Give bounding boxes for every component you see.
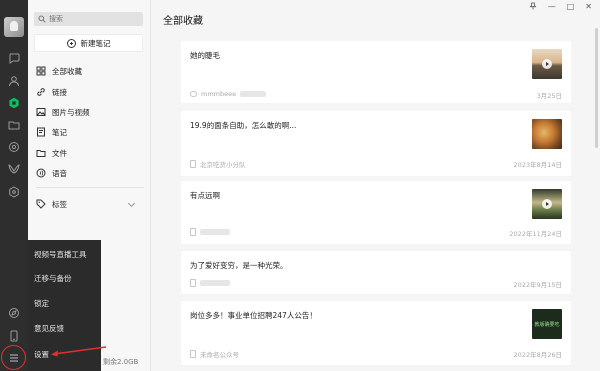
page-title: 全部收藏 (163, 16, 203, 27)
phone-icon[interactable] (7, 329, 21, 343)
card-source: mmmbeee (190, 90, 267, 98)
card-source: 未命名公众号 (190, 349, 239, 359)
card-title: 她的睫毛 (190, 51, 220, 60)
card-thumbnail (532, 49, 562, 79)
sidebar-item-files[interactable]: 文件 (36, 145, 146, 161)
pin-icon[interactable] (529, 2, 537, 12)
main-panel: — □ ✕ 全部收藏 她的睫毛 mmmbeee 3月25日 19.9的面条自助，… (151, 0, 600, 371)
blurred-text (200, 280, 230, 286)
sidebar-item-images-videos[interactable]: 图片与视频 (36, 104, 146, 120)
blurred-text (240, 91, 267, 97)
maximize-button[interactable]: □ (567, 3, 575, 11)
folder-icon (36, 150, 46, 157)
article-icon (190, 350, 196, 358)
card-title: 岗位多多！事业单位招聘247人公告！ (190, 311, 317, 320)
favorite-card[interactable]: 有点远啊 2022年11月24日 (181, 181, 571, 244)
search-input[interactable] (49, 15, 139, 23)
contacts-icon[interactable] (7, 74, 21, 88)
chevron-down-icon (127, 199, 136, 208)
new-note-label: 新建笔记 (80, 38, 111, 48)
channels-icon[interactable] (7, 162, 21, 176)
menu-item-migrate-backup[interactable]: 迁移与备份 (34, 273, 72, 284)
card-date: 3月25日 (536, 92, 562, 100)
close-button[interactable]: ✕ (585, 3, 592, 11)
search-box[interactable] (34, 12, 143, 26)
image-icon (36, 108, 46, 116)
sidebar-item-label: 标签 (52, 199, 67, 209)
card-date: 2022年11月24日 (509, 230, 562, 238)
scrollbar[interactable] (595, 28, 598, 148)
phone-small-icon (190, 228, 196, 236)
sidebar-item-label: 语音 (52, 168, 67, 178)
sidebar-item-voice[interactable]: 语音 (36, 165, 146, 181)
new-note-button[interactable]: 新建笔记 (34, 34, 143, 52)
favorite-card[interactable]: 她的睫毛 mmmbeee 3月25日 (181, 41, 571, 103)
chat-icon[interactable] (7, 51, 21, 65)
play-icon (542, 199, 552, 209)
annotation-arrow (51, 346, 107, 357)
card-thumbnail (532, 189, 562, 219)
card-thumbnail: 教版确要吃 (532, 309, 562, 339)
card-title: 有点远啊 (190, 191, 220, 200)
avatar[interactable] (4, 17, 24, 37)
card-source (190, 279, 230, 287)
sidebar-item-label: 链接 (52, 87, 67, 97)
folder-icon[interactable] (7, 118, 21, 132)
sidebar-item-notes[interactable]: 笔记 (36, 124, 146, 140)
card-thumbnail (532, 119, 562, 149)
voice-icon (36, 168, 46, 178)
card-source: 北京吃货小分队 (190, 159, 246, 169)
plus-circle-icon (66, 38, 76, 48)
play-icon (542, 59, 552, 69)
card-title: 为了爱好变穷，是一种光荣。 (190, 261, 288, 270)
divider (36, 187, 144, 188)
window-controls: — □ ✕ (520, 0, 600, 14)
note-icon (37, 127, 45, 137)
phone-small-icon (190, 279, 196, 287)
card-source (190, 228, 230, 236)
article-icon (190, 160, 196, 168)
highlight-circle (1, 345, 26, 370)
favorite-card[interactable]: 19.9的面条自助，怎么敢的啊... 北京吃货小分队 2023年8月14日 (181, 111, 571, 176)
card-source-name: 北京吃货小分队 (200, 161, 246, 169)
menu-item-feedback[interactable]: 意见反馈 (34, 323, 64, 334)
tag-icon (36, 199, 46, 209)
compass-icon[interactable] (7, 306, 21, 320)
favorite-card[interactable]: 为了爱好变穷，是一种光荣。 2022年9月15日 (181, 251, 571, 294)
card-title: 19.9的面条自助，怎么敢的啊... (190, 121, 297, 130)
menu-item-settings[interactable]: 设置 (34, 349, 49, 360)
link-icon (37, 88, 45, 96)
card-date: 2023年8月14日 (513, 161, 562, 169)
sidebar-item-tags[interactable]: 标签 (36, 196, 146, 212)
favorites-icon[interactable] (7, 96, 21, 110)
card-source-name: mmmbeee (201, 90, 237, 98)
card-date: 2022年8月26日 (513, 351, 562, 359)
mini-program-icon[interactable] (7, 185, 21, 199)
minimize-button[interactable]: — (548, 3, 556, 11)
grid-icon (36, 66, 46, 76)
sidebar-item-label: 笔记 (52, 127, 67, 137)
card-date: 2022年9月15日 (513, 281, 562, 289)
sidebar-item-label: 图片与视频 (52, 107, 90, 117)
favorite-card[interactable]: 岗位多多！事业单位招聘247人公告！ 未命名公众号 2022年8月26日 教版确… (181, 301, 571, 365)
sidebar-item-label: 全部收藏 (52, 66, 82, 76)
sidebar-item-links[interactable]: 链接 (36, 84, 146, 100)
wechat-user-icon (190, 91, 197, 97)
sidebar-item-all-favorites[interactable]: 全部收藏 (36, 63, 146, 79)
card-source-name: 未命名公众号 (200, 351, 239, 359)
search-icon (38, 15, 46, 23)
moments-icon[interactable] (7, 140, 21, 154)
left-rail (0, 0, 28, 371)
thumbnail-text: 教版确要吃 (534, 321, 560, 328)
storage-remaining: 剩余2.0GB (103, 358, 139, 366)
menu-item-live-tools[interactable]: 视频号直播工具 (34, 249, 87, 260)
blurred-text (200, 229, 230, 235)
sidebar-item-label: 文件 (52, 148, 67, 158)
menu-item-lock[interactable]: 锁定 (34, 298, 49, 309)
